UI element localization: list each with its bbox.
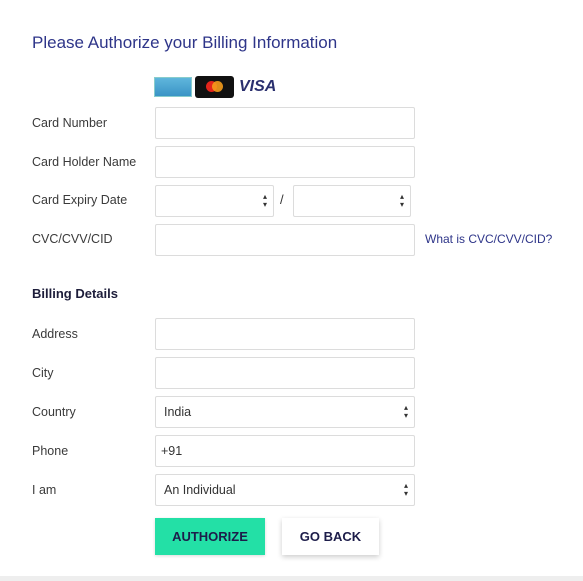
go-back-button[interactable]: GO BACK: [282, 518, 379, 555]
country-label: Country: [32, 405, 76, 419]
authorize-button[interactable]: AUTHORIZE: [155, 518, 265, 555]
card-holder-label: Card Holder Name: [32, 155, 137, 169]
billing-details-heading: Billing Details: [32, 286, 118, 301]
cvc-input[interactable]: [155, 224, 415, 256]
amex-logo-icon: [154, 77, 192, 97]
card-number-label: Card Number: [32, 116, 108, 130]
country-select[interactable]: India: [155, 396, 415, 428]
address-label: Address: [32, 327, 78, 341]
phone-label: Phone: [32, 444, 69, 458]
iam-select[interactable]: An Individual: [155, 474, 415, 506]
city-input[interactable]: [155, 357, 415, 389]
expiry-separator: /: [280, 192, 284, 207]
expiry-month-select[interactable]: [155, 185, 274, 217]
visa-logo-icon: VISA: [239, 78, 277, 95]
city-label: City: [32, 366, 54, 380]
card-number-input[interactable]: [155, 107, 415, 139]
card-holder-input[interactable]: [155, 146, 415, 178]
address-input[interactable]: [155, 318, 415, 350]
bottom-divider: [0, 576, 583, 581]
card-logos: VISA: [154, 76, 279, 98]
cvc-help-link[interactable]: What is CVC/CVV/CID?: [425, 232, 552, 246]
phone-input[interactable]: [155, 435, 415, 467]
cvc-label: CVC/CVV/CID: [32, 232, 113, 246]
page-title: Please Authorize your Billing Informatio…: [32, 33, 338, 52]
expiry-year-select[interactable]: [293, 185, 411, 217]
mastercard-logo-icon: [195, 76, 234, 98]
card-expiry-label: Card Expiry Date: [32, 193, 128, 207]
iam-label: I am: [32, 483, 57, 497]
